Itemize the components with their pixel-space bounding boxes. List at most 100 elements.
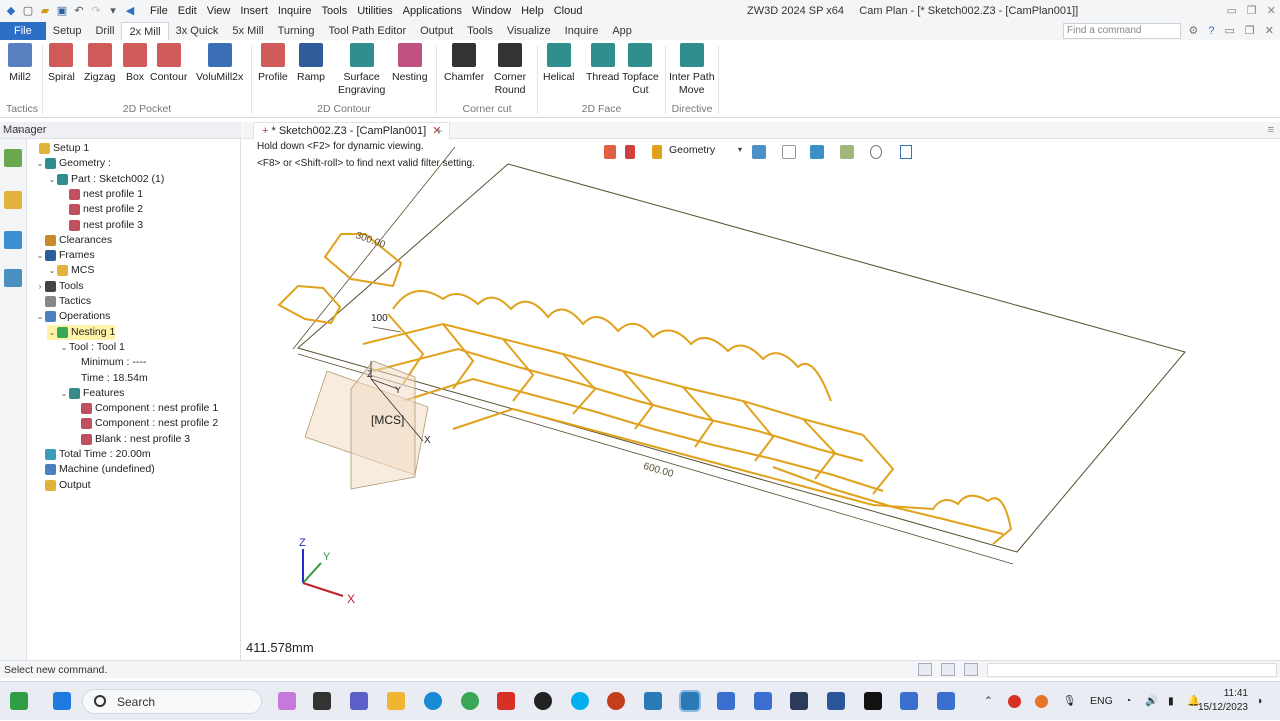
edge-icon[interactable] bbox=[424, 692, 442, 710]
tab-5x-mill[interactable]: 5x Mill bbox=[225, 22, 270, 40]
expand-toggle-icon[interactable]: ⌄ bbox=[47, 263, 57, 278]
taskbar-search[interactable]: Search bbox=[82, 689, 262, 714]
tab-menu-icon[interactable]: ≡ bbox=[1268, 122, 1274, 139]
tree-node[interactable]: Output bbox=[35, 478, 91, 493]
tree-node[interactable]: › Tools bbox=[35, 279, 84, 294]
expand-toggle-icon[interactable]: ⌄ bbox=[35, 248, 45, 263]
ribbon-close-icon[interactable]: ✕ bbox=[1265, 22, 1274, 40]
tree-node[interactable]: ⌄ Geometry : bbox=[35, 156, 111, 171]
tree-node[interactable]: Blank : nest profile 3 bbox=[71, 432, 190, 447]
close-icon[interactable]: ✕ bbox=[1267, 0, 1276, 22]
app-logo-icon[interactable]: ◆ bbox=[4, 4, 18, 18]
zwcad-icon-2[interactable] bbox=[754, 692, 772, 710]
menu-edit[interactable]: Edit bbox=[173, 0, 202, 22]
view-cube-icon[interactable] bbox=[752, 145, 766, 159]
tab-drill[interactable]: Drill bbox=[88, 22, 121, 40]
tab-2x-mill[interactable]: 2x Mill bbox=[121, 21, 169, 41]
tab-tools[interactable]: Tools bbox=[460, 22, 500, 40]
chrome-icon[interactable] bbox=[461, 692, 479, 710]
expand-toggle-icon[interactable]: ⌄ bbox=[59, 340, 69, 355]
undo-icon[interactable]: ↶ bbox=[72, 4, 86, 18]
filter-dropdown-icon[interactable]: ▾ bbox=[738, 145, 742, 154]
tray-chevron-icon[interactable]: ⌃ bbox=[984, 682, 993, 721]
status-btn-3-icon[interactable] bbox=[964, 663, 978, 676]
volume-icon[interactable]: 🔊 bbox=[1145, 682, 1158, 721]
capcut-icon[interactable] bbox=[864, 692, 882, 710]
tab-turning[interactable]: Turning bbox=[271, 22, 322, 40]
tree-node[interactable]: Component : nest profile 2 bbox=[71, 416, 218, 431]
tree-node[interactable]: nest profile 3 bbox=[59, 218, 143, 233]
workplane-icon[interactable] bbox=[900, 145, 912, 159]
tree-node[interactable]: ⌄ Part : Sketch002 (1) bbox=[47, 172, 164, 187]
save-icon[interactable]: ▣ bbox=[55, 4, 69, 18]
menu-insert[interactable]: Insert bbox=[235, 0, 273, 22]
menu-window[interactable]: Window bbox=[467, 0, 516, 22]
contour-button[interactable]: Contour bbox=[150, 43, 187, 84]
tree-node[interactable]: Setup 1 bbox=[29, 141, 89, 156]
corner-round-button[interactable]: Corner Round bbox=[494, 43, 526, 97]
document-tab[interactable]: + * Sketch002.Z3 - [CamPlan001] ✕ bbox=[253, 122, 451, 139]
menu-inquire[interactable]: Inquire bbox=[273, 0, 317, 22]
ribbon-minimize-icon[interactable]: ▭ bbox=[1225, 22, 1235, 40]
topface-button[interactable]: Topface Cut bbox=[622, 43, 659, 97]
engraving-button[interactable]: Surface Engraving bbox=[338, 43, 385, 97]
skype-icon[interactable] bbox=[571, 692, 589, 710]
user-icon[interactable] bbox=[4, 269, 22, 287]
cad-scene[interactable] bbox=[243, 139, 1280, 660]
word-icon[interactable] bbox=[827, 692, 845, 710]
section-view-icon[interactable] bbox=[840, 145, 854, 159]
volumill-button[interactable]: VoluMill2x bbox=[196, 43, 243, 84]
powerpoint-icon[interactable] bbox=[607, 692, 625, 710]
manager-close-icon[interactable]: ▭ ✕ bbox=[3, 122, 236, 139]
box-button[interactable]: Box bbox=[123, 43, 147, 84]
zwcad-icon-4[interactable] bbox=[937, 692, 955, 710]
command-search-input[interactable]: Find a command bbox=[1063, 23, 1181, 39]
menu-cloud[interactable]: Cloud bbox=[549, 0, 588, 22]
ramp-button[interactable]: Ramp bbox=[297, 43, 325, 84]
ribbon-restore-icon[interactable]: ❐ bbox=[1245, 22, 1255, 40]
mill2-button[interactable]: Mill2 bbox=[8, 43, 32, 84]
part-view-icon[interactable] bbox=[4, 191, 22, 209]
menu-utilities[interactable]: Utilities bbox=[352, 0, 397, 22]
restore-icon[interactable]: ❐ bbox=[1247, 0, 1257, 22]
copilot-icon[interactable] bbox=[278, 692, 296, 710]
redo-icon[interactable]: ↷ bbox=[89, 4, 103, 18]
tree-node[interactable]: ⌄ MCS bbox=[47, 263, 94, 278]
expand-toggle-icon[interactable]: ⌄ bbox=[35, 156, 45, 171]
tree-node[interactable]: Machine (undefined) bbox=[35, 462, 155, 477]
status-input[interactable] bbox=[987, 663, 1277, 677]
battery-icon[interactable]: ▮ bbox=[1168, 682, 1174, 721]
tree-node[interactable]: nest profile 2 bbox=[59, 202, 143, 217]
filter-select[interactable]: Geometry bbox=[666, 143, 746, 158]
zwcad-icon-3[interactable] bbox=[900, 692, 918, 710]
tree-node[interactable]: Tactics bbox=[35, 294, 91, 309]
tree-node[interactable]: Minimum : ---- bbox=[71, 355, 146, 370]
tab-app[interactable]: App bbox=[605, 22, 639, 40]
tab-3x-quick[interactable]: 3x Quick bbox=[169, 22, 226, 40]
tree-node[interactable]: ⌄ Nesting 1 bbox=[47, 324, 116, 340]
status-btn-2-icon[interactable] bbox=[941, 663, 955, 676]
wifi-icon[interactable]: ◔ bbox=[1125, 682, 1131, 721]
tree-node[interactable]: Component : nest profile 1 bbox=[71, 401, 218, 416]
open-folder-icon[interactable]: ▰ bbox=[38, 4, 52, 18]
view-orient-icon[interactable] bbox=[604, 145, 616, 159]
minimize-icon[interactable]: ▭ bbox=[1227, 0, 1237, 22]
spiral-button[interactable]: Spiral bbox=[48, 43, 75, 84]
help-icon[interactable]: ? bbox=[1208, 22, 1214, 40]
nesting-button[interactable]: Nesting bbox=[392, 43, 428, 84]
widgets-icon[interactable] bbox=[10, 692, 28, 710]
tab-visualize[interactable]: Visualize bbox=[500, 22, 558, 40]
display-style-icon[interactable] bbox=[810, 145, 824, 159]
render-mode-icon[interactable] bbox=[782, 145, 796, 159]
tab-output[interactable]: Output bbox=[413, 22, 460, 40]
tab-inquire[interactable]: Inquire bbox=[558, 22, 606, 40]
menu-applications[interactable]: Applications bbox=[398, 0, 467, 22]
tree-node[interactable]: nest profile 1 bbox=[59, 187, 143, 202]
teams-icon[interactable] bbox=[350, 692, 368, 710]
expand-toggle-icon[interactable]: › bbox=[35, 279, 45, 294]
inter-path-button[interactable]: Inter Path Move bbox=[669, 43, 715, 97]
tree-node[interactable]: ⌄ Features bbox=[59, 386, 124, 401]
color-picker-icon[interactable]: ◑ bbox=[1256, 682, 1262, 721]
helical-button[interactable]: Helical bbox=[543, 43, 575, 84]
status-btn-1-icon[interactable] bbox=[918, 663, 932, 676]
